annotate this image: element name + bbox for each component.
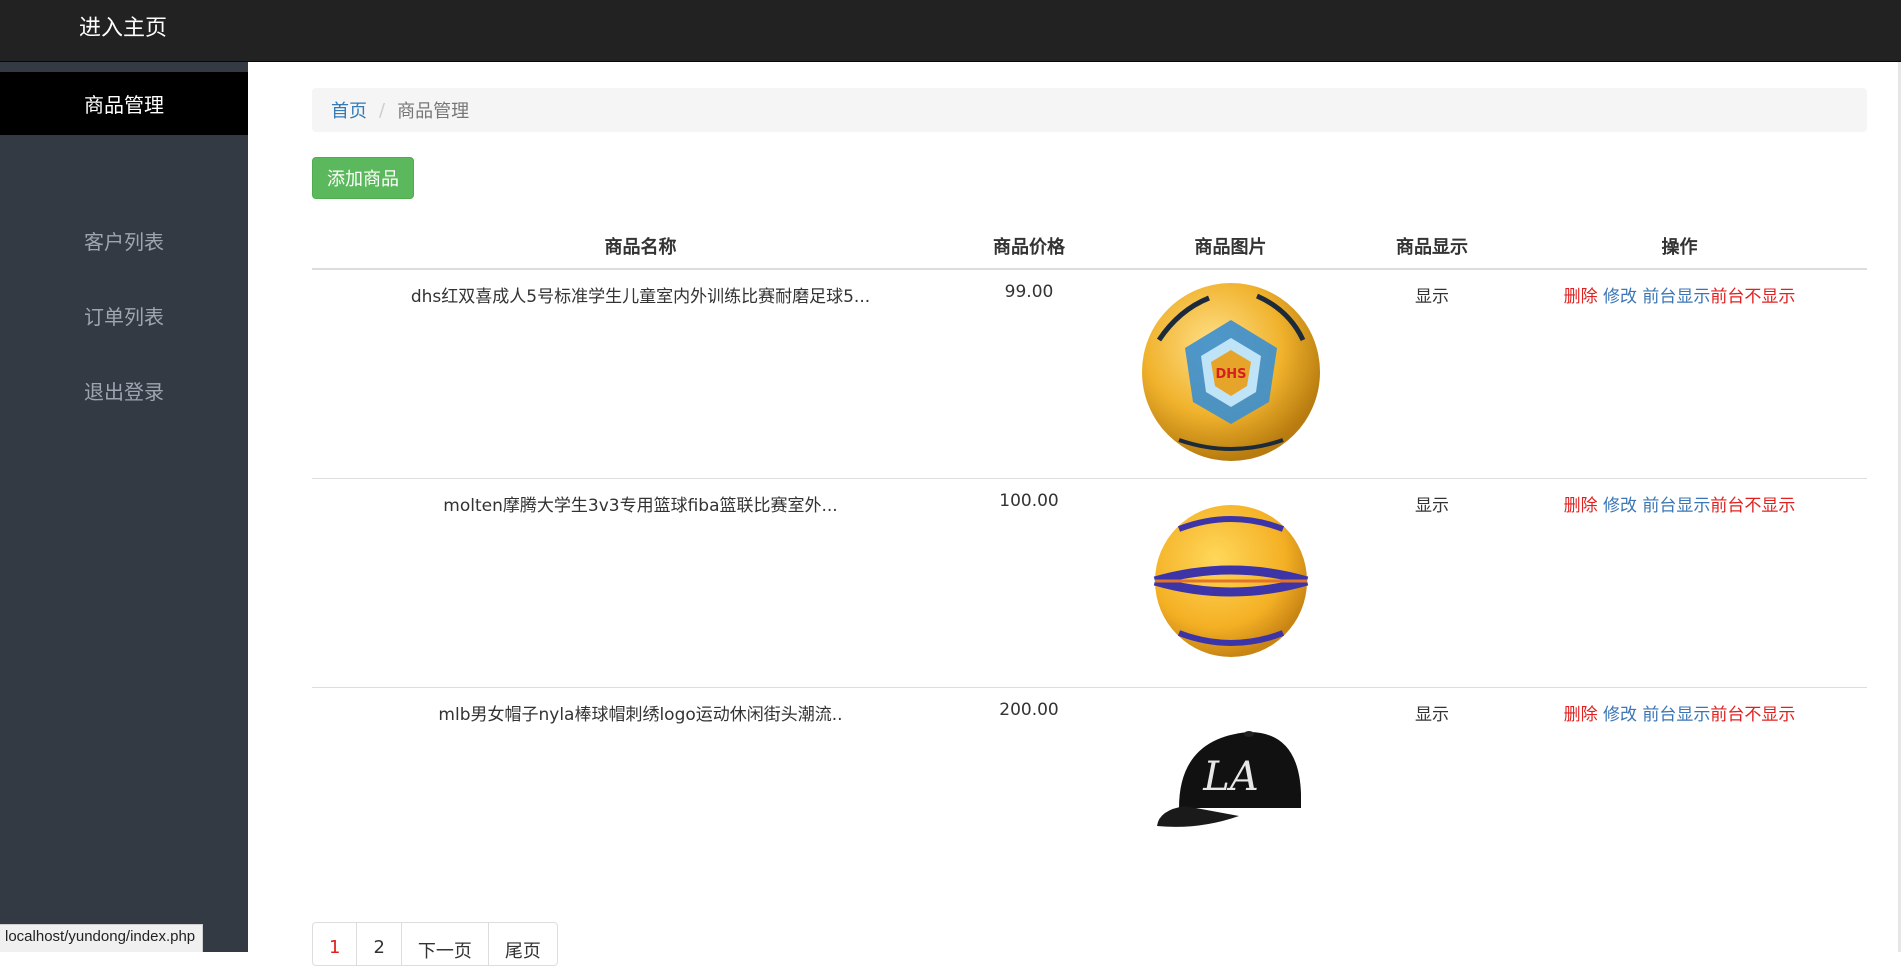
edit-link[interactable]: 修改: [1603, 287, 1637, 307]
top-navbar: 进入主页: [0, 0, 1901, 62]
sidebar-item-order-list[interactable]: 订单列表: [0, 284, 248, 347]
sidebar-item-label: 客户列表: [84, 230, 164, 254]
delete-link[interactable]: 删除: [1564, 496, 1598, 516]
add-product-button[interactable]: 添加商品: [312, 157, 414, 199]
baseball-cap-image: LA: [1156, 730, 1301, 827]
table-row: dhs红双喜成人5号标准学生儿童室内外训练比赛耐磨足球5... 99.00 DH…: [312, 269, 1867, 478]
svg-text:DHS: DHS: [1215, 367, 1246, 382]
row-actions: 删除 修改 前台显示前台不显示: [1492, 477, 1867, 687]
product-name: mlb男女帽子nyla棒球帽刺绣logo运动休闲街头潮流..: [312, 686, 969, 896]
product-image-cell: DHS: [1089, 269, 1372, 478]
main-content: 首页 / 商品管理 添加商品 商品名称 商品价格 商品图片 商品显示 操作 dh…: [248, 62, 1898, 966]
sidebar-item-product-management[interactable]: 商品管理: [0, 72, 248, 135]
page-1-button[interactable]: 1: [312, 922, 358, 966]
product-name: dhs红双喜成人5号标准学生儿童室内外训练比赛耐磨足球5...: [410, 287, 871, 307]
breadcrumb-separator: /: [379, 99, 386, 121]
product-price: 100.00: [969, 477, 1089, 687]
show-on-front-link[interactable]: 前台显示: [1642, 705, 1710, 725]
delete-link[interactable]: 删除: [1564, 287, 1598, 307]
product-image-cell: [1089, 477, 1372, 687]
basketball-image: [1153, 504, 1308, 657]
column-header-display: 商品显示: [1372, 224, 1492, 270]
table-row: mlb男女帽子nyla棒球帽刺绣logo运动休闲街头潮流.. 200.00 LA…: [312, 686, 1867, 896]
product-display-status: 显示: [1372, 686, 1492, 896]
row-actions: 删除 修改 前台显示前台不显示: [1492, 269, 1867, 478]
sidebar-item-label: 退出登录: [84, 380, 164, 404]
edit-link[interactable]: 修改: [1603, 705, 1637, 725]
brand-home-link[interactable]: 进入主页: [79, 15, 167, 43]
next-page-button[interactable]: 下一页: [400, 922, 489, 966]
column-header-name: 商品名称: [312, 224, 969, 270]
pagination: 1 2 下一页 尾页: [312, 922, 558, 966]
edit-link[interactable]: 修改: [1603, 496, 1637, 516]
sidebar: 商品管理 客户列表 订单列表 退出登录: [0, 62, 248, 952]
table-header-row: 商品名称 商品价格 商品图片 商品显示 操作: [312, 224, 1867, 270]
hide-on-front-link[interactable]: 前台不显示: [1710, 496, 1795, 516]
row-actions: 删除 修改 前台显示前台不显示: [1492, 686, 1867, 896]
sidebar-item-label: 商品管理: [84, 93, 164, 117]
product-name: molten摩腾大学生3v3专用篮球fiba篮联比赛室外...: [312, 477, 969, 687]
column-header-image: 商品图片: [1089, 224, 1372, 270]
breadcrumb: 首页 / 商品管理: [312, 88, 1867, 132]
last-page-button[interactable]: 尾页: [487, 922, 558, 966]
table-row: molten摩腾大学生3v3专用篮球fiba篮联比赛室外... 100.00 显…: [312, 477, 1867, 687]
page-2-button[interactable]: 2: [356, 922, 402, 966]
breadcrumb-home-link[interactable]: 首页: [331, 97, 367, 123]
hide-on-front-link[interactable]: 前台不显示: [1710, 287, 1795, 307]
svg-text:LA: LA: [1202, 754, 1258, 800]
soccer-ball-image: DHS: [1141, 283, 1320, 461]
product-display-status: 显示: [1372, 477, 1492, 687]
browser-status-url: localhost/yundong/index.php: [0, 924, 204, 952]
delete-link[interactable]: 删除: [1564, 705, 1598, 725]
sidebar-item-label: 订单列表: [84, 305, 164, 329]
show-on-front-link[interactable]: 前台显示: [1642, 496, 1710, 516]
show-on-front-link[interactable]: 前台显示: [1642, 287, 1710, 307]
product-price: 200.00: [969, 686, 1089, 896]
column-header-actions: 操作: [1492, 224, 1867, 270]
breadcrumb-current: 商品管理: [397, 101, 470, 122]
product-price: 99.00: [1004, 282, 1054, 302]
sidebar-item-logout[interactable]: 退出登录: [0, 359, 248, 422]
hide-on-front-link[interactable]: 前台不显示: [1710, 705, 1795, 725]
sidebar-item-customer-list[interactable]: 客户列表: [0, 209, 248, 272]
column-header-price: 商品价格: [969, 224, 1089, 270]
product-display-status: 显示: [1415, 287, 1449, 307]
product-table: 商品名称 商品价格 商品图片 商品显示 操作 dhs红双喜成人5号标准学生儿童室…: [312, 224, 1867, 896]
product-image-cell: LA: [1089, 686, 1372, 896]
